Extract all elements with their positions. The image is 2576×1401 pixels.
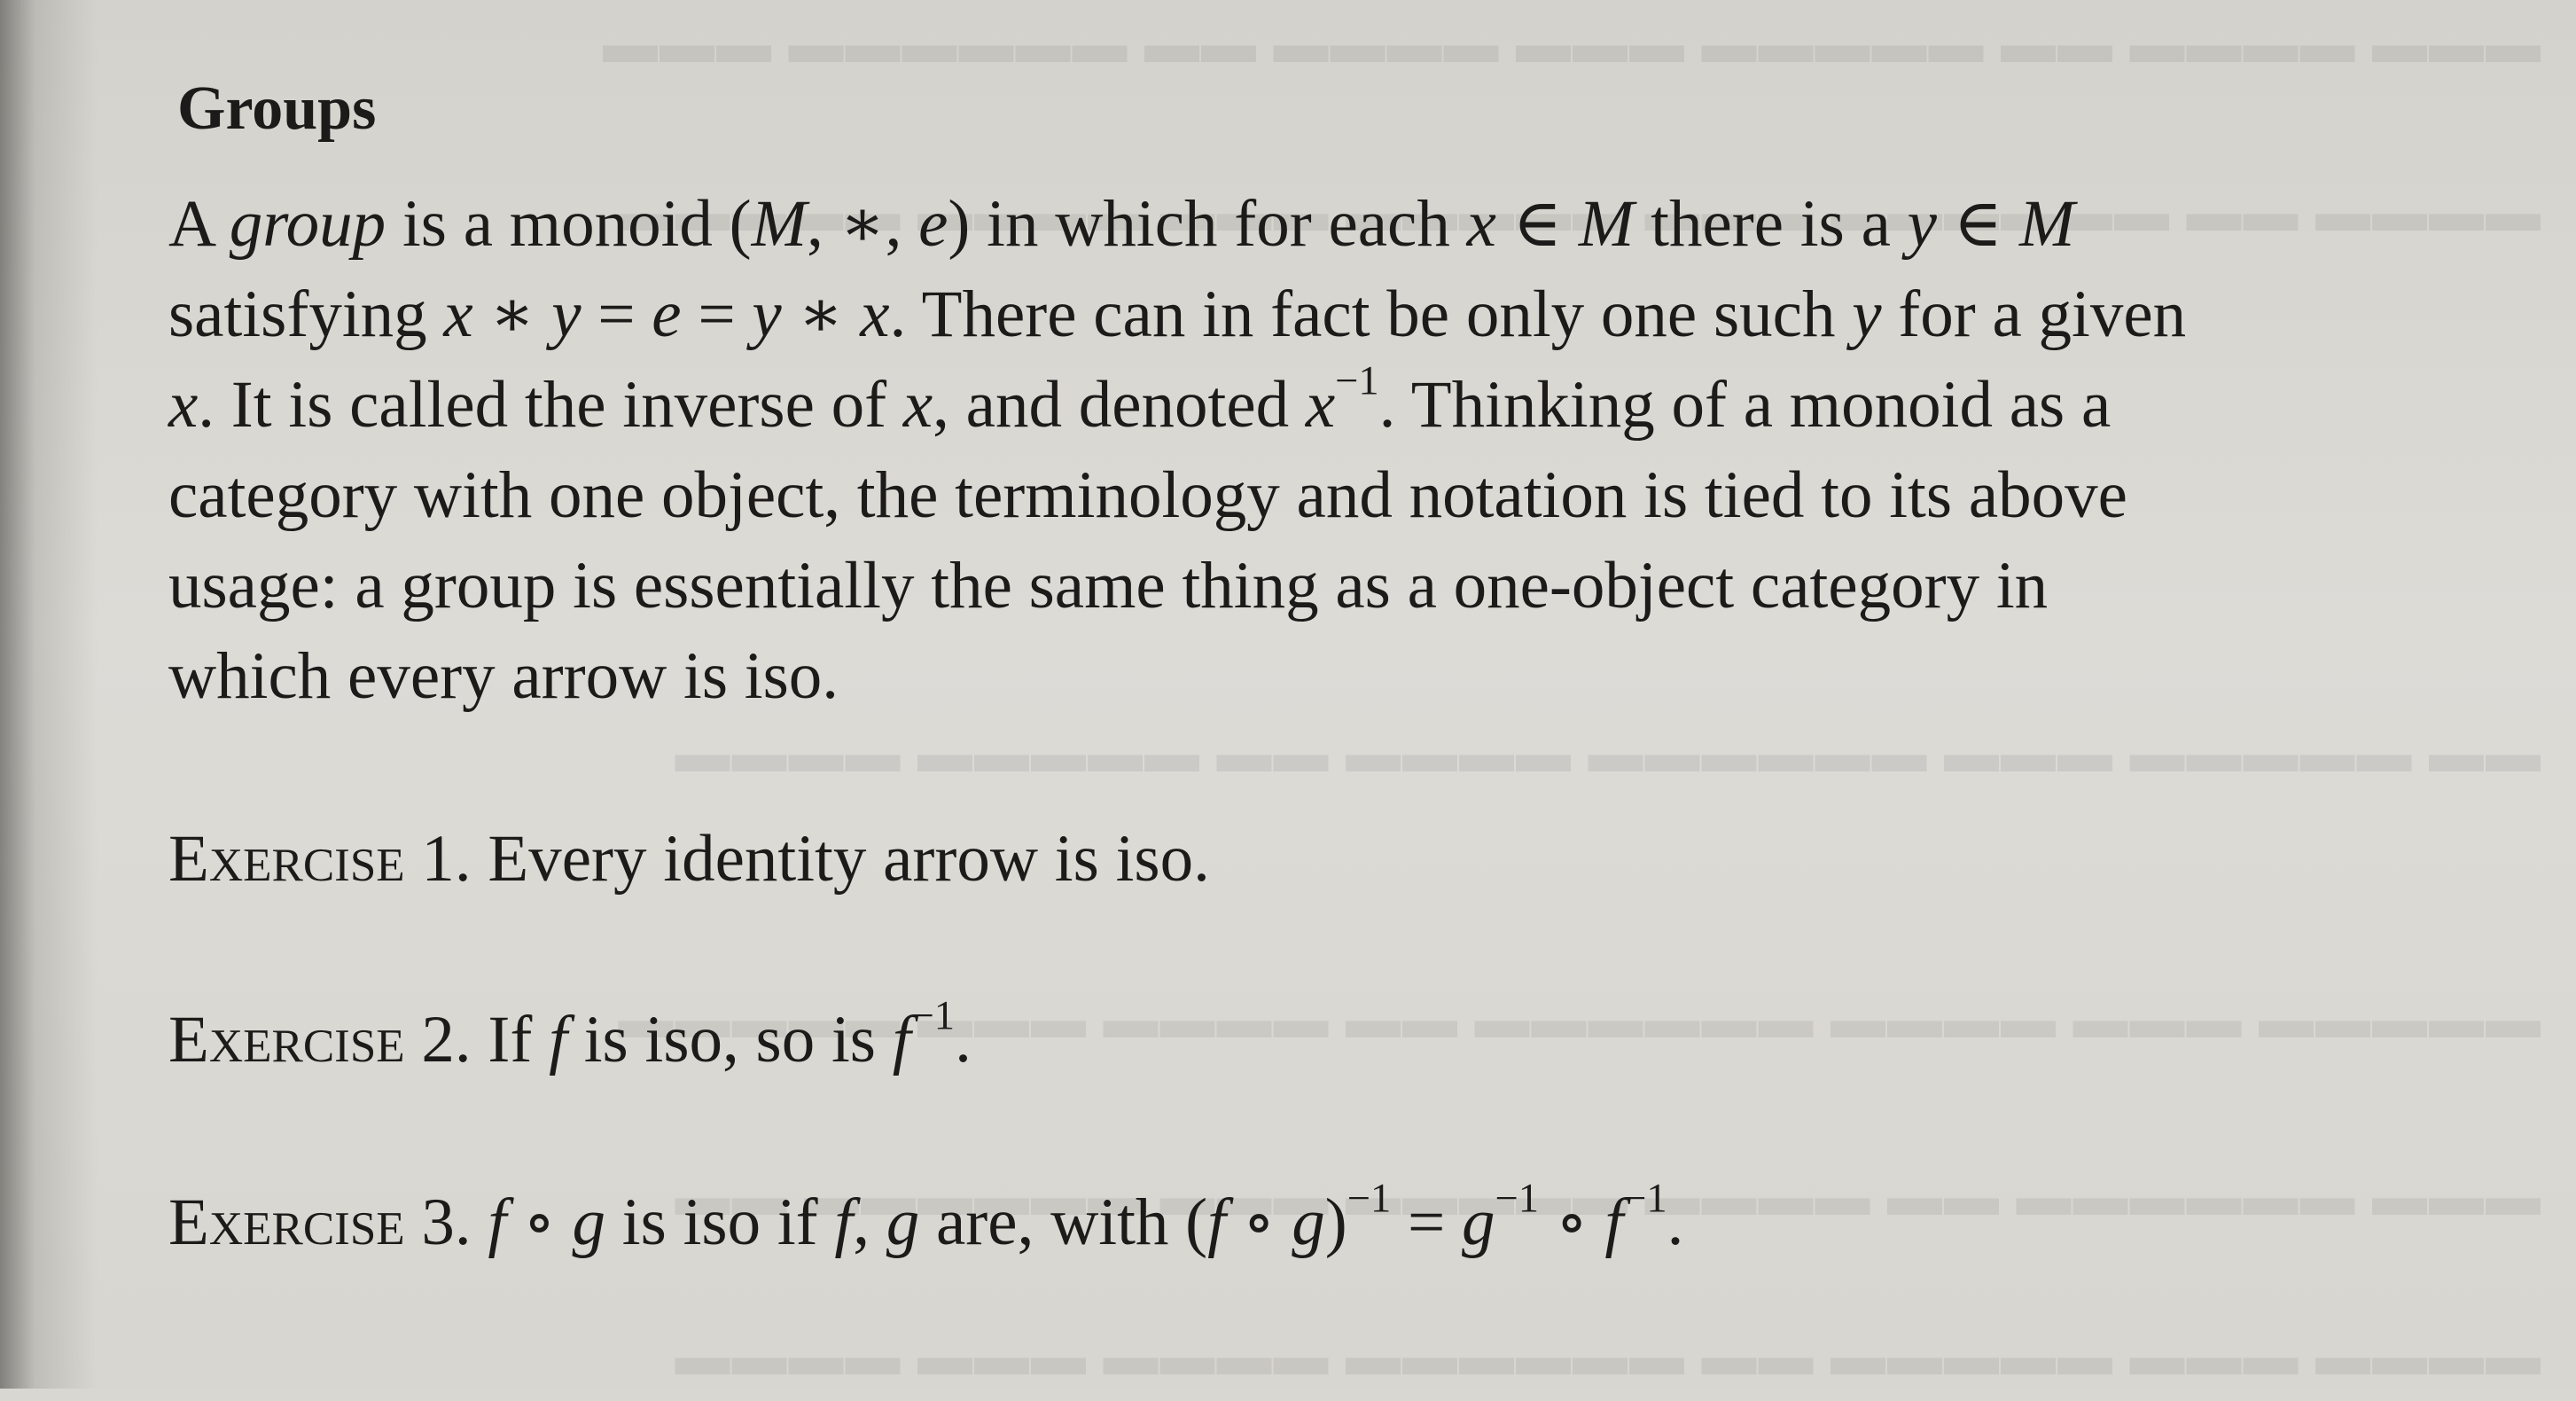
- section-heading: Groups: [177, 74, 377, 143]
- exercise-number: 2.: [404, 1003, 488, 1076]
- definition-paragraph: A group is a monoid (M, ∗, e) in which f…: [168, 179, 2438, 722]
- exercise-number: 3.: [404, 1186, 488, 1259]
- exercise-2: Exercise 2. If f is iso, so is f−1.: [168, 993, 972, 1076]
- text-block: Groups A group is a monoid (M, ∗, e) in …: [168, 69, 2438, 1259]
- paragraph-line-6: which every arrow is iso.: [168, 639, 839, 713]
- paragraph-line-2: satisfying x ∗ y = e = y ∗ x. There can …: [168, 278, 2187, 351]
- exercise-3: Exercise 3. f ∘ g is iso if f, g are, wi…: [168, 1176, 1684, 1259]
- exercise-number: 1.: [404, 822, 488, 896]
- exercise-text: Every identity arrow is iso.: [488, 822, 1210, 896]
- bleed-through-texture: ▬▬ ▬▬▬▬▬ ▬▬▬ ▬▬▬▬▬▬ ▬▬▬▬ ▬▬ ▬▬▬▬▬ ▬▬▬▬: [673, 724, 2541, 784]
- book-page: ▬▬▬ ▬▬▬▬ ▬▬ ▬▬▬▬▬ ▬▬▬ ▬▬▬▬ ▬▬ ▬▬▬▬▬▬ ▬▬▬…: [0, 0, 2576, 1389]
- paragraph-line-3: x. It is called the inverse of x, and de…: [168, 358, 2112, 442]
- paragraph-line-1: A group is a monoid (M, ∗, e) in which f…: [168, 187, 2075, 261]
- exercise-1: Exercise 1. Every identity arrow is iso.: [168, 814, 1210, 904]
- paragraph-line-5: usage: a group is essentially the same t…: [168, 549, 2049, 622]
- exercise-label: Exercise: [168, 1003, 405, 1076]
- exercise-label: Exercise: [168, 1186, 405, 1259]
- bleed-through-texture: ▬▬▬▬ ▬▬▬ ▬▬▬▬▬ ▬▬ ▬▬▬▬▬▬ ▬▬▬▬ ▬▬▬ ▬▬▬▬: [673, 1327, 2541, 1387]
- paragraph-line-4: category with one object, the terminolog…: [168, 458, 2127, 532]
- exercise-label: Exercise: [168, 822, 405, 896]
